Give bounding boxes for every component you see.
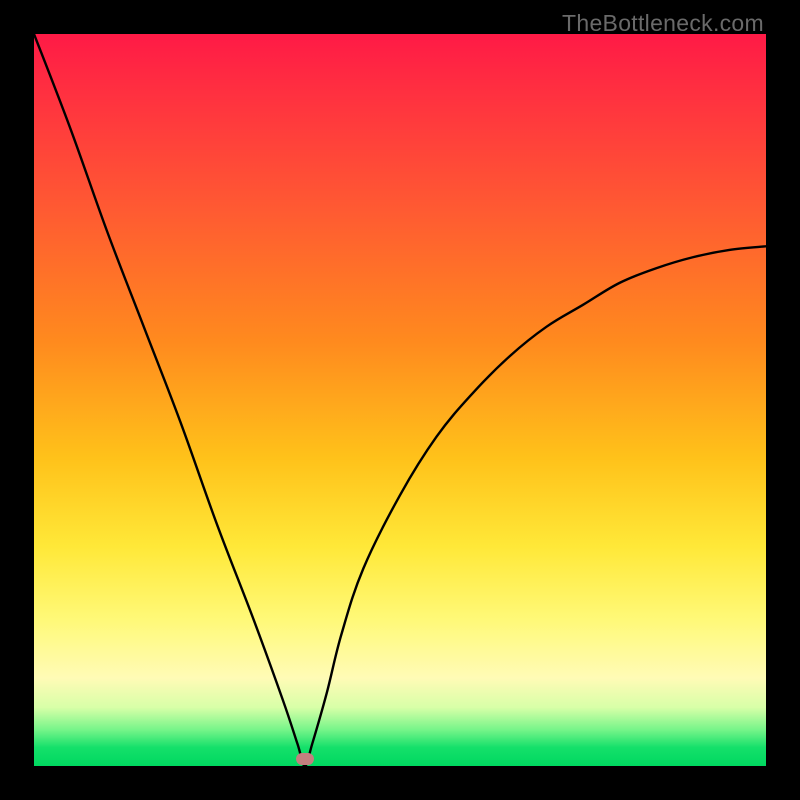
optimum-marker [296,753,314,765]
bottleneck-curve [34,34,766,766]
watermark-text: TheBottleneck.com [562,10,764,37]
chart-frame: TheBottleneck.com [0,0,800,800]
plot-area [34,34,766,766]
